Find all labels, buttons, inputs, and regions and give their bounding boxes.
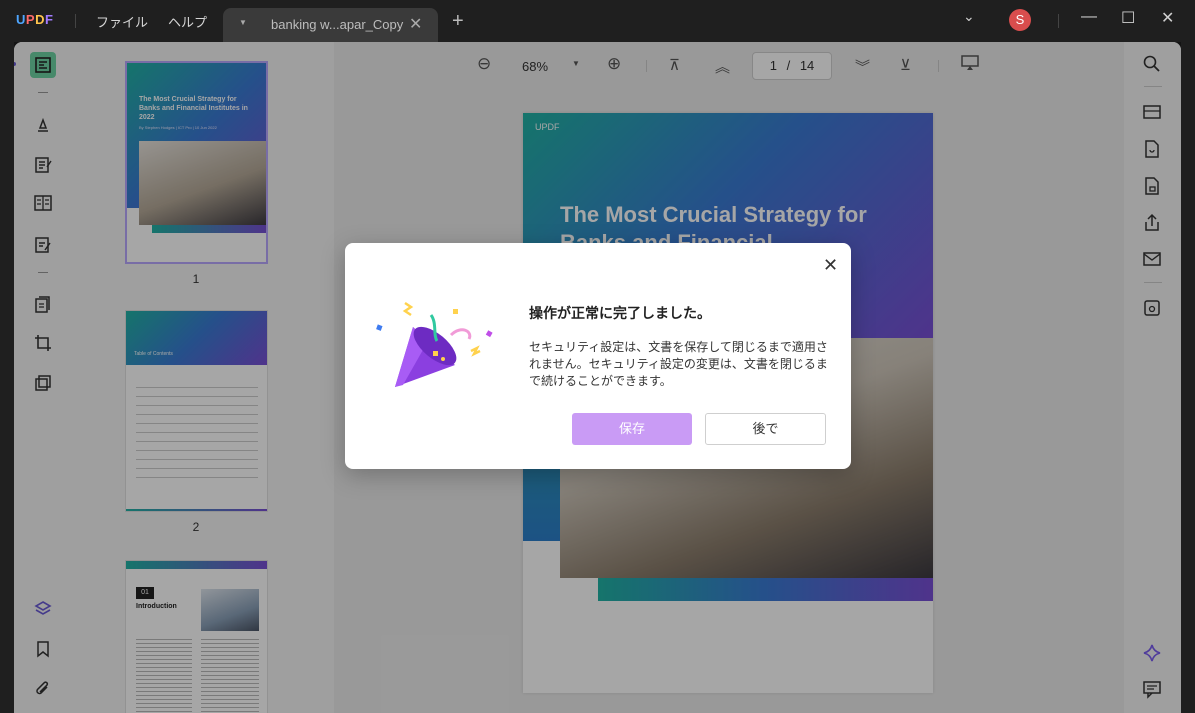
tab-title: banking w...apar_Copy	[271, 17, 404, 32]
menu-help[interactable]: ヘルプ	[168, 12, 207, 31]
close-window-button[interactable]: ✕	[1161, 8, 1174, 28]
avatar[interactable]: S	[1009, 9, 1031, 31]
save-button[interactable]: 保存	[572, 413, 692, 445]
close-icon[interactable]: ✕	[823, 255, 838, 276]
document-tab[interactable]: ▼ banking w...apar_Copy ✕	[223, 8, 438, 42]
dialog-title: 操作が正常に完了しました。	[529, 305, 711, 321]
chevron-down-icon[interactable]: ⌄	[963, 8, 975, 25]
tab-dropdown-icon[interactable]: ▼	[239, 18, 247, 27]
new-tab-button[interactable]: +	[452, 10, 464, 33]
minimize-button[interactable]: —	[1081, 8, 1097, 26]
menu-file[interactable]: ファイル	[96, 12, 148, 31]
divider	[75, 14, 76, 28]
later-button[interactable]: 後で	[705, 413, 826, 445]
success-dialog: ✕ 操作が正常に完了しました。 セキュリティ設定は、文書を保存して閉じるまで適用…	[345, 243, 851, 469]
close-tab-icon[interactable]: ✕	[409, 14, 422, 34]
dialog-message: セキュリティ設定は、文書を保存して閉じるまで適用されません。セキュリティ設定の変…	[529, 340, 828, 388]
maximize-button[interactable]: ☐	[1121, 8, 1135, 28]
app-logo: UPDF	[16, 12, 54, 27]
title-bar: UPDF ファイル ヘルプ ▼ banking w...apar_Copy ✕ …	[0, 0, 1195, 42]
party-popper-icon	[373, 295, 503, 395]
divider	[1058, 14, 1059, 28]
